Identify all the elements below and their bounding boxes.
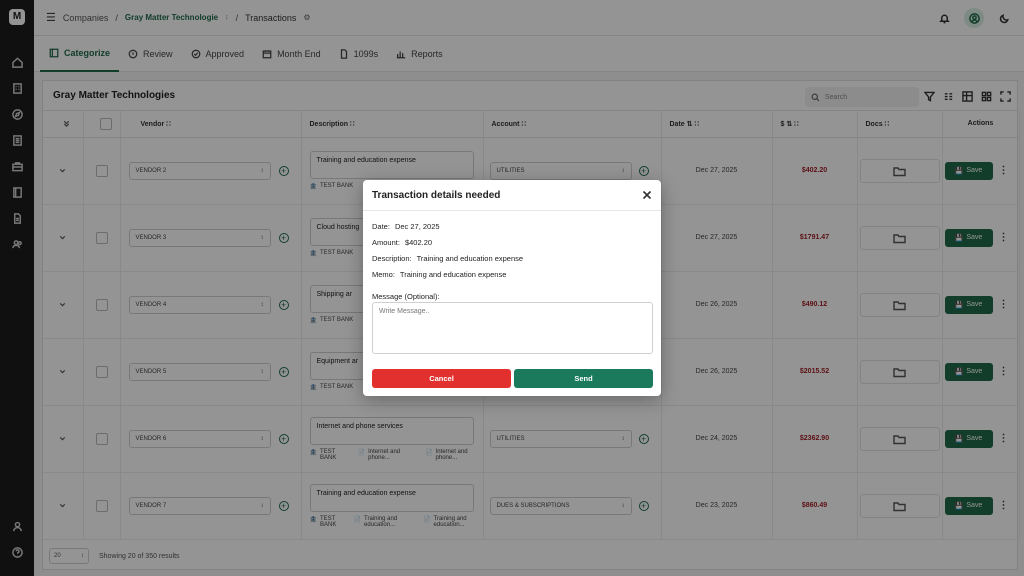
description-label: Description: xyxy=(372,254,412,263)
memo-value: Training and education expense xyxy=(399,270,507,279)
amount-label: Amount: xyxy=(372,238,400,247)
detail-description: Description: Training and education expen… xyxy=(372,254,523,263)
date-value: Dec 27, 2025 xyxy=(394,222,440,231)
detail-date: Date: Dec 27, 2025 xyxy=(372,222,440,231)
date-label: Date: xyxy=(372,222,390,231)
memo-label: Memo: xyxy=(372,270,395,279)
detail-amount: Amount: $402.20 xyxy=(372,238,432,247)
cancel-button[interactable]: Cancel xyxy=(372,369,511,388)
close-icon[interactable] xyxy=(642,190,652,200)
modal-title: Transaction details needed xyxy=(372,189,501,201)
transaction-details-modal: Transaction details needed Date: Dec 27, … xyxy=(363,180,661,396)
message-label: Message (Optional): xyxy=(372,292,440,301)
message-textarea[interactable] xyxy=(372,302,653,354)
detail-memo: Memo: Training and education expense xyxy=(372,270,506,279)
description-value: Training and education expense xyxy=(416,254,524,263)
send-button[interactable]: Send xyxy=(514,369,653,388)
amount-value: $402.20 xyxy=(404,238,433,247)
